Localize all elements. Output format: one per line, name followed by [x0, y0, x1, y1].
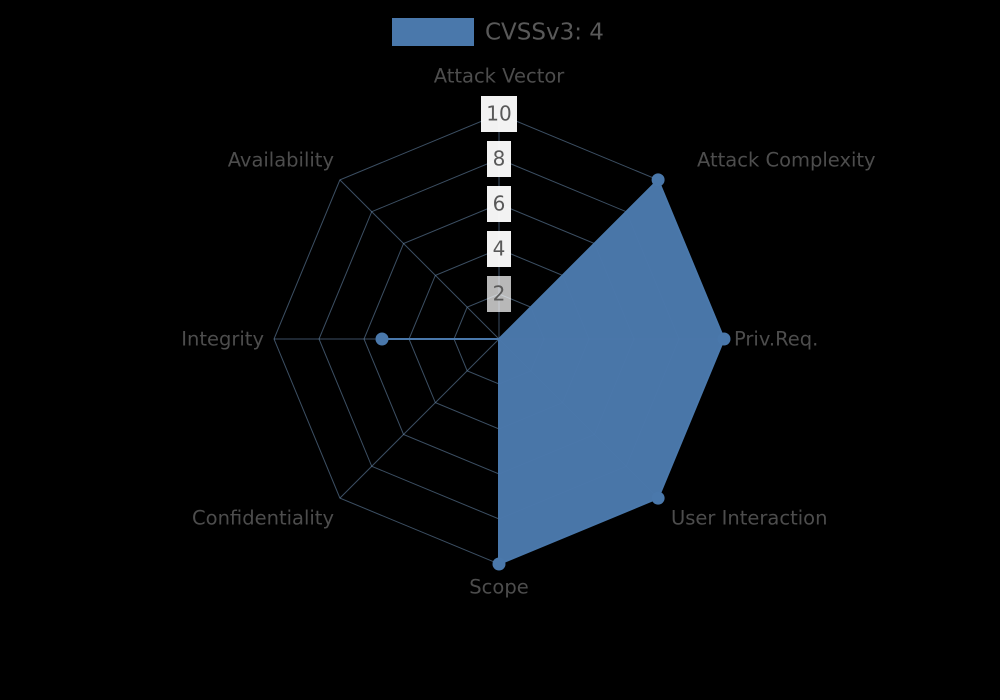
grid-spoke: [339, 179, 500, 340]
data-point-marker: [651, 173, 665, 187]
axis-category-label: Scope: [469, 576, 528, 599]
axis-category-label: Integrity: [181, 328, 264, 351]
legend-color-swatch: [392, 18, 474, 46]
axis-category-label: User Interaction: [671, 507, 827, 530]
radial-tick-labels: 2 4 6 8 10: [481, 96, 517, 312]
radial-tick-label: 10: [486, 102, 511, 126]
data-point-marker: [717, 332, 731, 346]
radial-tick-label: 6: [493, 192, 506, 216]
radial-tick-label: 2: [493, 282, 506, 306]
axis-category-label: Confidentiality: [192, 507, 334, 530]
grid-spoke: [339, 338, 500, 499]
axis-category-label: Availability: [228, 149, 334, 172]
axis-category-label: Priv.Req.: [734, 328, 818, 351]
radial-tick-label: 8: [493, 147, 506, 171]
radar-chart-panel: CVSSv3: 4 2 4 6 8 10 Attack Vector Attack Com…: [0, 0, 1000, 700]
radial-tick-label: 4: [493, 237, 506, 261]
axis-category-label: Attack Vector: [434, 65, 566, 88]
legend-entry-label: CVSSv3: 4: [485, 20, 604, 46]
radar-chart-svg: CVSSv3: 4 2 4 6 8 10 Attack Vector Attack Com…: [181, 18, 876, 599]
data-point-marker: [651, 491, 665, 505]
data-point-marker: [375, 332, 389, 346]
data-point-marker: [492, 557, 506, 571]
chart-legend: CVSSv3: 4: [392, 18, 604, 46]
axis-category-label: Attack Complexity: [697, 149, 876, 172]
